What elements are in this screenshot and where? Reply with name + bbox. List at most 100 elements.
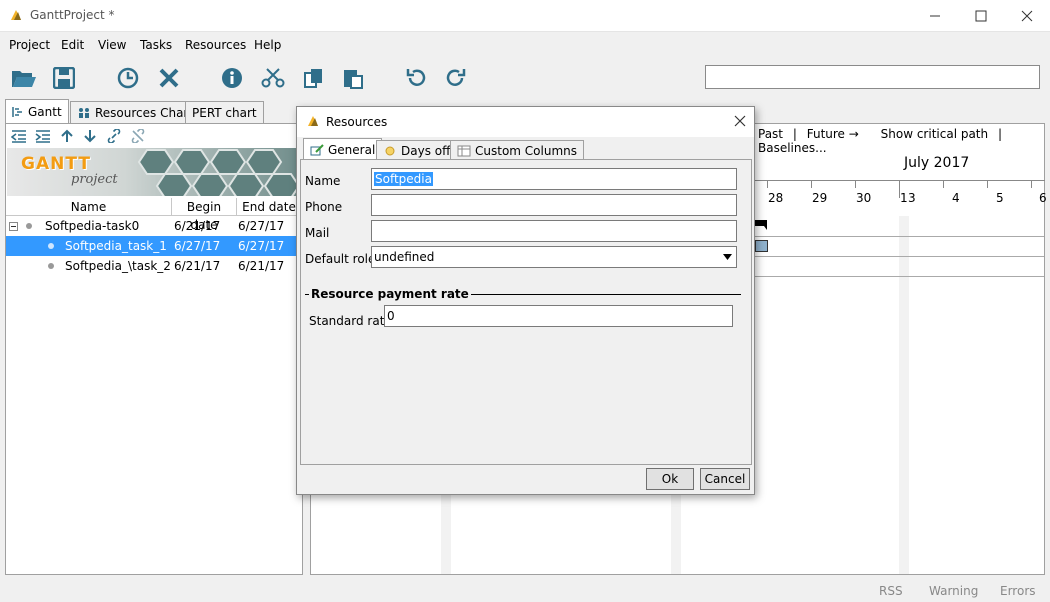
task-end-date: 6/21/17 — [238, 259, 285, 273]
day-label: 1 — [900, 191, 908, 205]
save-icon — [53, 67, 75, 89]
open-button[interactable] — [9, 63, 39, 93]
folder-open-icon — [12, 71, 36, 87]
dialog-tab-general[interactable]: General — [303, 138, 383, 160]
menu-resources[interactable]: Resources — [185, 38, 246, 52]
dialog-tab-general-label: General — [328, 142, 376, 157]
day-label: 29 — [812, 191, 828, 205]
gantt-project-banner: GANTT project — [7, 148, 301, 196]
unlink-icon[interactable] — [131, 129, 145, 143]
menu-project[interactable]: Project — [9, 38, 50, 52]
timeline-month: July 2017 — [904, 155, 970, 171]
maximize-button[interactable] — [958, 0, 1004, 32]
table-row[interactable]: Softpedia-task0 6/21/17 6/27/17 — [6, 216, 302, 236]
hexagon-pattern-icon — [137, 149, 301, 196]
minimize-button[interactable] — [912, 0, 958, 32]
redo-button[interactable] — [441, 63, 471, 93]
default-role-select[interactable]: undefined — [371, 246, 737, 268]
tab-resources-chart-label: Resources Chart — [95, 105, 194, 120]
nav-past-link[interactable]: Past — [758, 127, 783, 141]
status-rss[interactable]: RSS — [879, 584, 903, 598]
close-button[interactable] — [1004, 0, 1050, 32]
task-bar[interactable] — [755, 240, 768, 252]
column-header-name[interactable]: Name — [6, 198, 172, 216]
status-warning[interactable]: Warning — [929, 584, 978, 598]
dialog-general-pane: Name Softpedia Phone Mail Default role u… — [300, 159, 752, 465]
menu-view[interactable]: View — [98, 38, 126, 52]
delete-x-icon — [159, 68, 179, 88]
dialog-tab-days-off-label: Days off — [401, 143, 451, 158]
day-label: 3 — [908, 191, 916, 205]
gantt-navigation: Past | Future → Show critical path | Bas… — [758, 127, 1050, 155]
delete-button[interactable] — [154, 63, 184, 93]
name-label: Name — [305, 174, 341, 188]
dialog-title-bar: Resources — [297, 107, 754, 137]
indent-icon[interactable] — [35, 129, 51, 143]
task-begin-date: 6/27/17 — [174, 239, 221, 253]
table-row[interactable]: Softpedia_task_1 6/27/17 6/27/17 — [6, 236, 302, 256]
tab-gantt[interactable]: Gantt — [5, 99, 69, 123]
weekend-column — [899, 216, 909, 574]
nav-separator: | — [997, 127, 1002, 141]
menu-tasks[interactable]: Tasks — [140, 38, 172, 52]
outdent-icon[interactable] — [11, 129, 27, 143]
arrow-down-icon[interactable] — [83, 129, 97, 143]
properties-button[interactable] — [217, 63, 247, 93]
dialog-tab-custom-columns[interactable]: Custom Columns — [450, 140, 584, 160]
tab-pert-chart-label: PERT chart — [192, 105, 257, 120]
collapse-icon[interactable] — [9, 222, 18, 231]
baselines-link[interactable]: Baselines... — [758, 141, 827, 155]
nav-future-link[interactable]: Future → — [807, 127, 859, 141]
status-errors[interactable]: Errors — [1000, 584, 1036, 598]
copy-button[interactable] — [299, 63, 329, 93]
cut-button[interactable] — [258, 63, 288, 93]
sun-icon — [385, 146, 395, 155]
undo-button[interactable] — [401, 63, 431, 93]
task-bullet-icon — [48, 243, 54, 249]
day-tick — [811, 180, 812, 188]
link-icon[interactable] — [107, 129, 121, 143]
show-critical-path-link[interactable]: Show critical path — [881, 127, 988, 141]
day-label: 30 — [856, 191, 872, 205]
undo-icon — [406, 69, 426, 86]
banner-logo-text: GANTT — [21, 154, 91, 174]
table-row[interactable]: Softpedia_\task_2 6/21/17 6/21/17 — [6, 256, 302, 276]
search-input[interactable] — [705, 65, 1040, 89]
standard-rate-field[interactable]: 0 — [384, 305, 733, 327]
close-icon — [1021, 10, 1033, 22]
task-end-date: 6/27/17 — [238, 219, 285, 233]
name-field-value: Softpedia — [374, 172, 433, 186]
task-name: Softpedia_task_1 — [65, 239, 167, 253]
mail-label: Mail — [305, 226, 330, 240]
cancel-button[interactable]: Cancel — [700, 468, 750, 490]
column-header-begin-date[interactable]: Begin date — [172, 198, 237, 232]
name-field[interactable]: Softpedia — [371, 168, 737, 190]
mail-field[interactable] — [371, 220, 737, 242]
ok-button[interactable]: Ok — [646, 468, 694, 490]
column-header-end-date[interactable]: End date — [237, 198, 302, 216]
standard-rate-label: Standard rate — [309, 314, 392, 328]
day-label: 28 — [768, 191, 784, 205]
scissors-icon — [261, 68, 285, 88]
paste-button[interactable] — [338, 63, 368, 93]
window-title: GanttProject * — [30, 8, 115, 22]
tab-gantt-label: Gantt — [28, 104, 62, 119]
tab-pert-chart[interactable]: PERT chart — [185, 101, 264, 123]
save-button[interactable] — [49, 63, 79, 93]
menu-edit[interactable]: Edit — [61, 38, 84, 52]
dialog-tab-days-off[interactable]: Days off — [376, 140, 458, 160]
gantt-icon — [12, 106, 22, 117]
day-label: 6 — [1039, 191, 1047, 205]
dialog-title: Resources — [326, 115, 388, 129]
tab-resources-chart[interactable]: Resources Chart — [70, 101, 201, 123]
dialog-close-icon[interactable] — [734, 115, 746, 127]
history-button[interactable] — [113, 63, 143, 93]
chevron-down-icon — [723, 254, 732, 260]
timeline-days: 28 29 30 1 3 4 5 6 — [755, 180, 1047, 210]
day-tick — [1031, 180, 1032, 188]
arrow-up-icon[interactable] — [60, 129, 74, 143]
table-icon — [457, 145, 471, 156]
phone-field[interactable] — [371, 194, 737, 216]
menu-help[interactable]: Help — [254, 38, 281, 52]
nav-separator: | — [792, 127, 797, 141]
